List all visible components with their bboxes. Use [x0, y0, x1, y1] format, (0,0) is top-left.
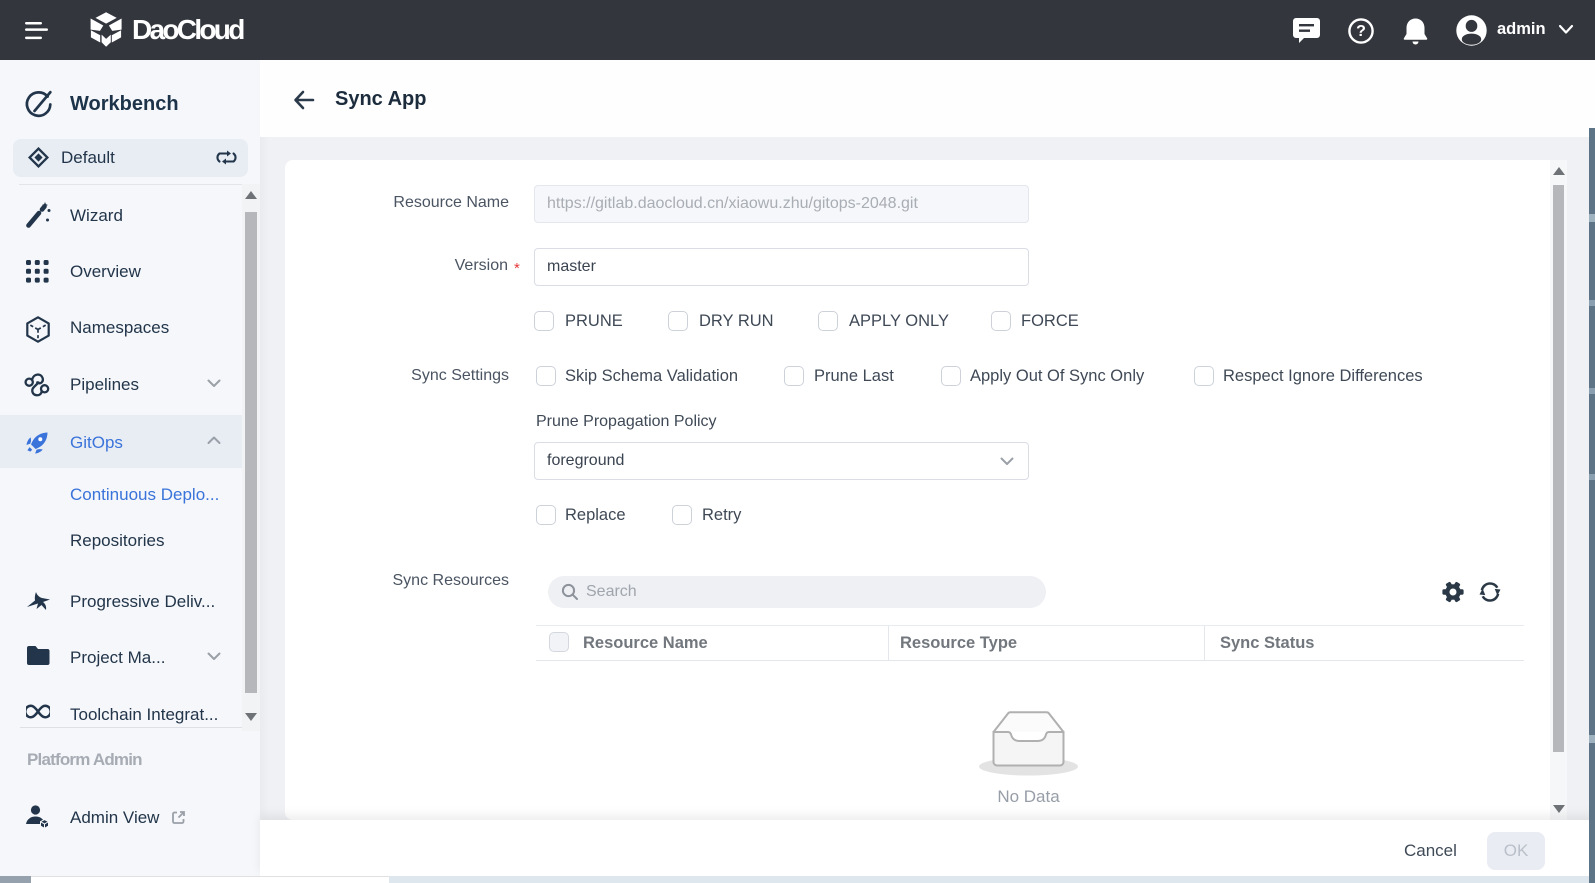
svg-text:?: ? [1356, 23, 1366, 40]
